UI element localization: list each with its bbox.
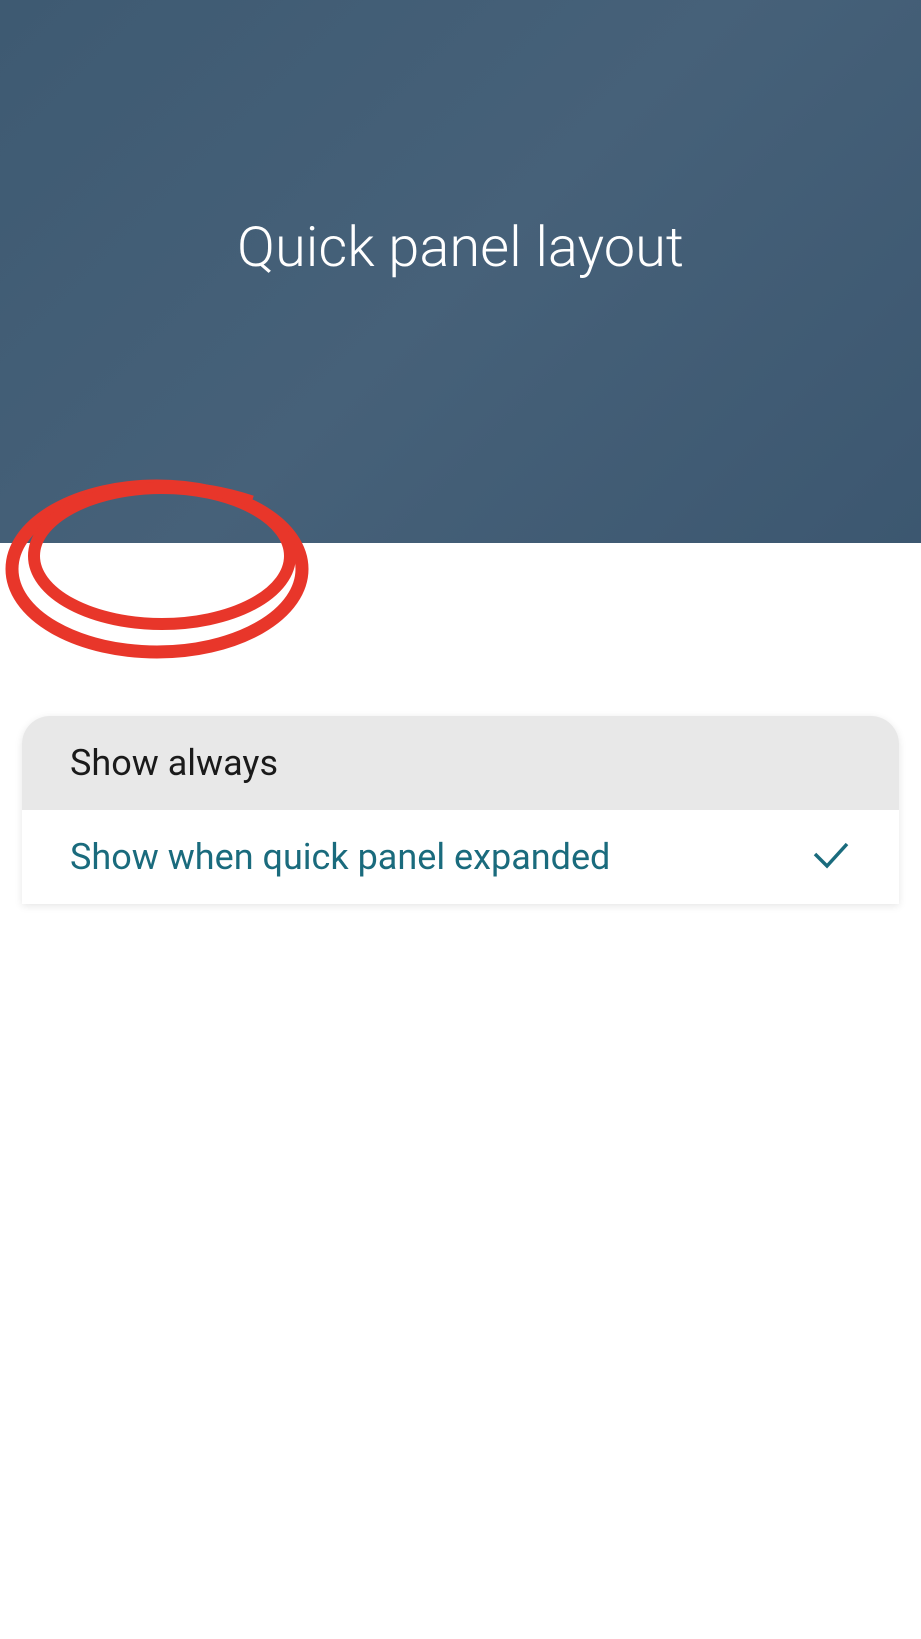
- dropdown-menu: Show always Show when quick panel expand…: [22, 716, 899, 904]
- option-label: Show always: [70, 742, 278, 784]
- dropdown-option-show-expanded[interactable]: Show when quick panel expanded: [22, 810, 899, 904]
- content-area: Show always Show when quick panel expand…: [0, 717, 921, 828]
- dropdown-option-show-always[interactable]: Show always: [22, 716, 899, 810]
- checkmark-icon: [811, 840, 851, 874]
- option-label: Show when quick panel expanded: [70, 836, 610, 878]
- page-title: Quick panel layout: [237, 214, 684, 280]
- page-header: Quick panel layout: [0, 0, 921, 543]
